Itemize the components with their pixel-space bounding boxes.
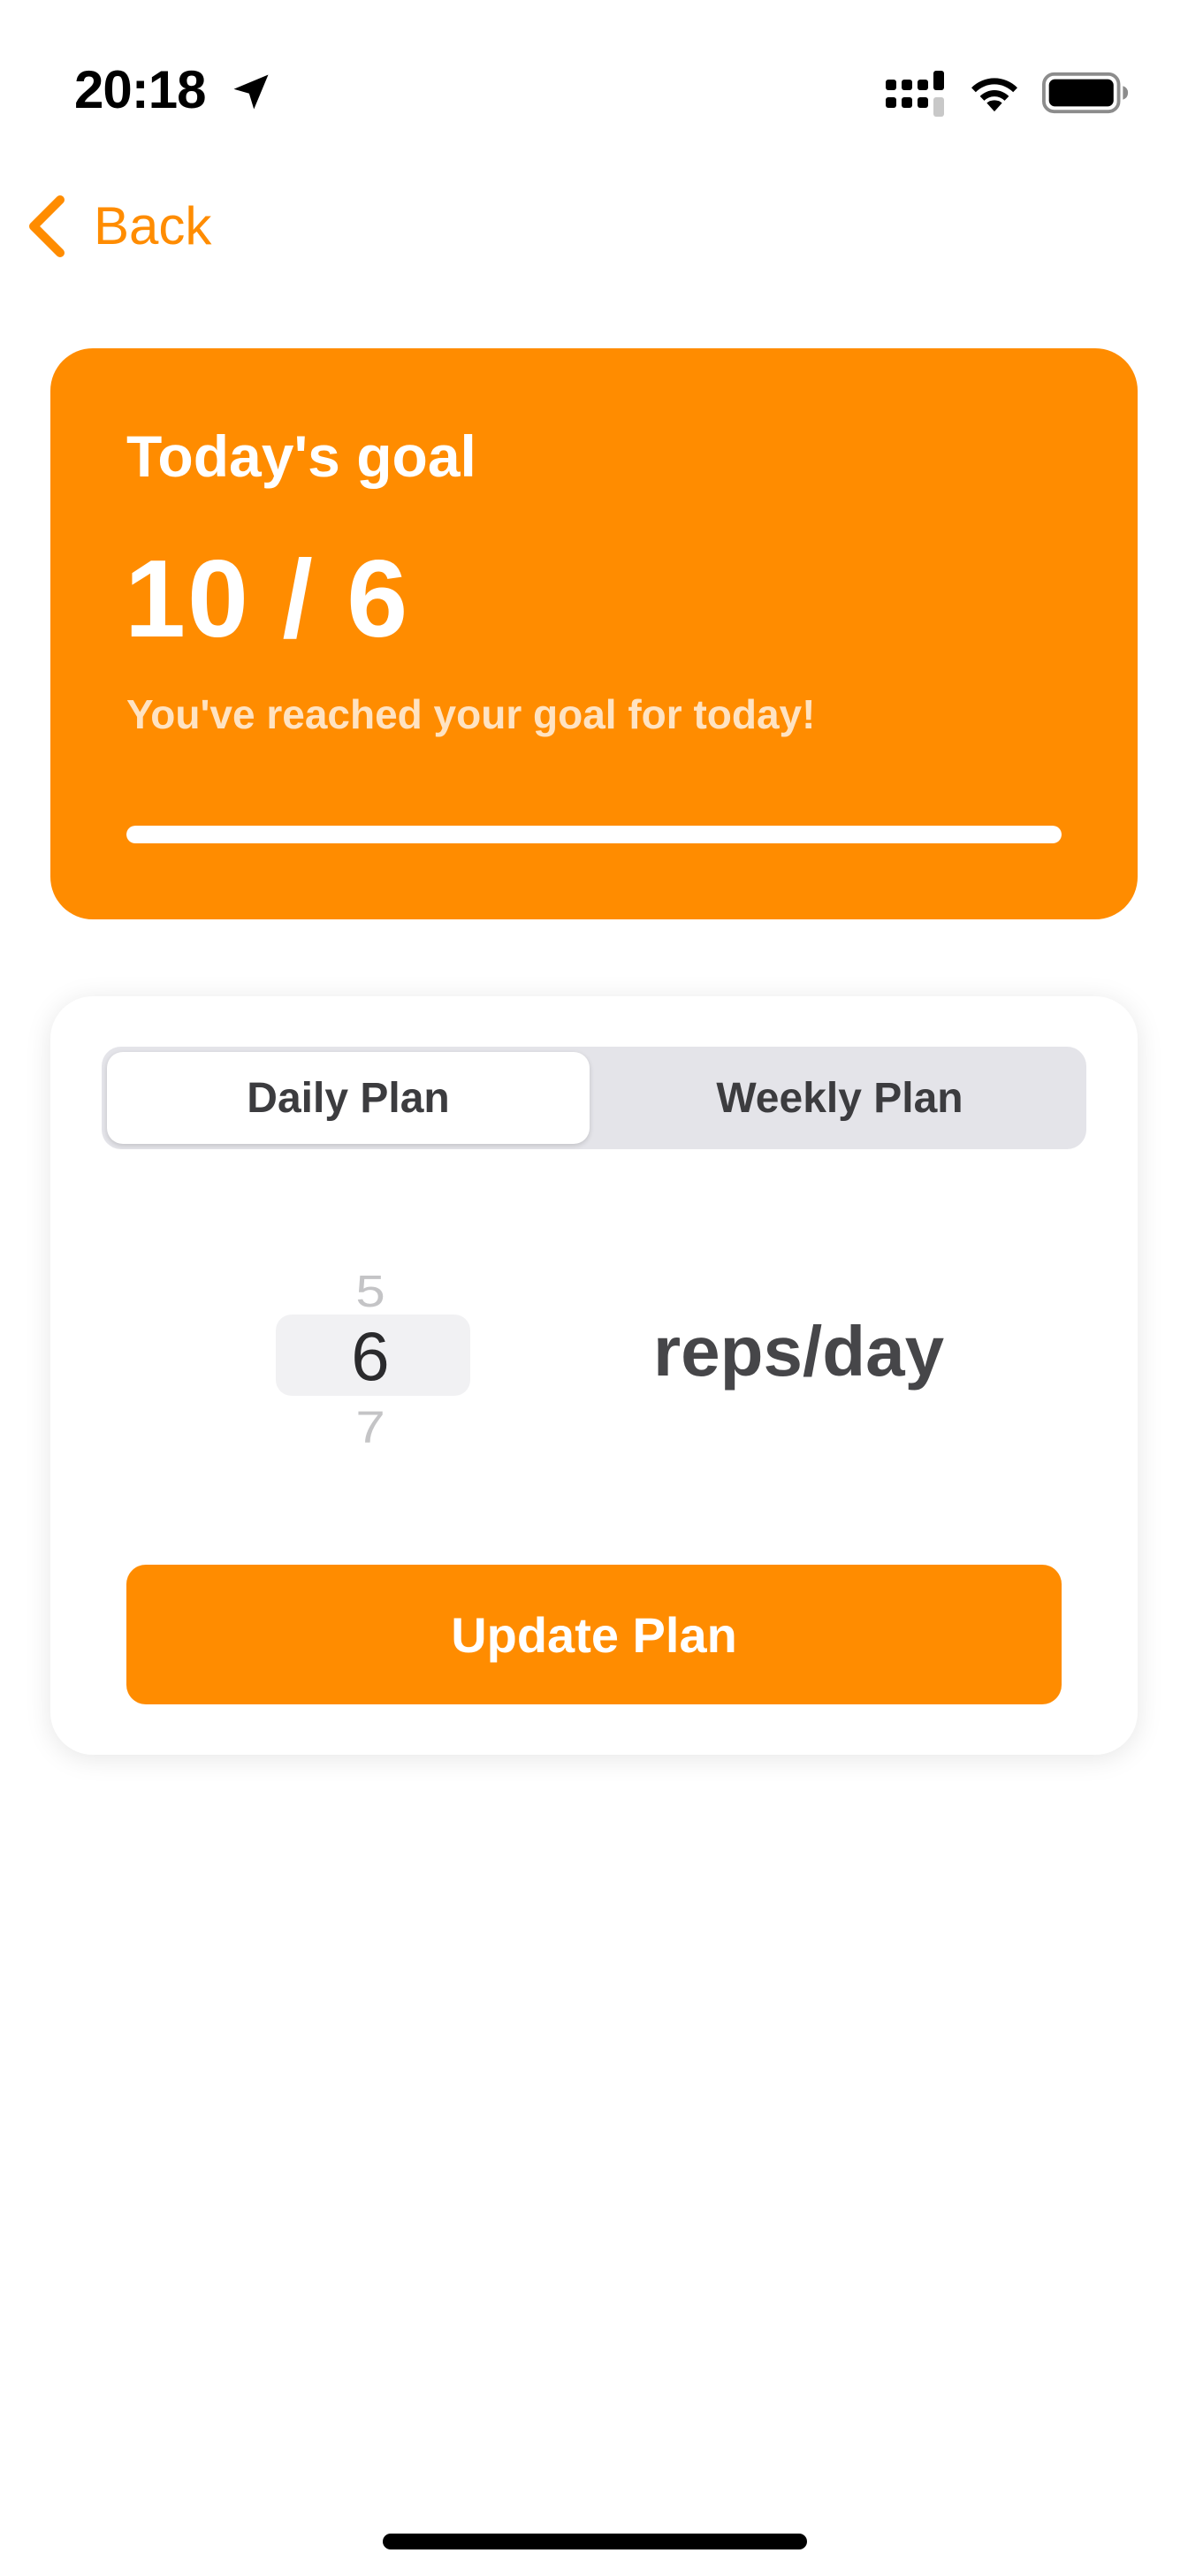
status-bar: 20:18 — [0, 0, 1188, 159]
tab-daily-plan[interactable]: Daily Plan — [107, 1052, 590, 1144]
plan-segmented-control: Daily Plan Weekly Plan — [102, 1047, 1086, 1149]
goal-progress-bar — [126, 826, 1062, 843]
reps-picker[interactable]: 5 6 7 — [269, 1242, 472, 1472]
goal-card: Today's goal 10 / 6 You've reached your … — [50, 348, 1138, 919]
tab-weekly-plan[interactable]: Weekly Plan — [598, 1052, 1081, 1144]
update-plan-button[interactable]: Update Plan — [126, 1565, 1062, 1704]
goal-message: You've reached your goal for today! — [126, 691, 816, 737]
goal-progress-fill — [126, 826, 1062, 843]
battery-icon — [1042, 72, 1129, 114]
back-label: Back — [94, 196, 212, 255]
back-button[interactable]: Back — [25, 191, 211, 262]
unit-label: reps/day — [653, 1312, 945, 1391]
wifi-icon — [971, 78, 1017, 112]
location-arrow-icon — [233, 74, 269, 110]
screen: 20:18 Back Today's goal 10 / 6 You've re… — [0, 0, 1188, 2576]
goal-title: Today's goal — [126, 423, 476, 489]
home-indicator — [383, 2534, 807, 2549]
picker-option-prev[interactable]: 5 — [269, 1269, 472, 1315]
picker-option-next[interactable]: 7 — [269, 1405, 472, 1451]
picker-option-selected[interactable]: 6 — [269, 1318, 472, 1394]
status-time: 20:18 — [74, 60, 206, 119]
chevron-left-icon — [29, 195, 65, 257]
cellular-signal-icon — [886, 71, 944, 117]
goal-progress-text: 10 / 6 — [125, 538, 410, 660]
plan-card: Daily Plan Weekly Plan 5 6 7 reps/day Up… — [50, 996, 1138, 1755]
